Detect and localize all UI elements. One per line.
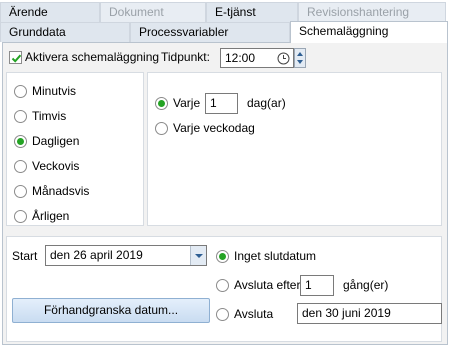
timvis-label: Timvis: [32, 109, 67, 123]
end-by-date-input[interactable]: den 30 juni 2019: [297, 303, 442, 324]
time-input[interactable]: 12:00: [220, 48, 294, 68]
tab-dokument[interactable]: Dokument: [100, 2, 206, 22]
start-date-value: den 26 april 2019: [50, 248, 143, 262]
start-date-picker[interactable]: den 26 april 2019: [45, 245, 207, 266]
radio-every-weekday[interactable]: [155, 122, 168, 135]
start-date-dropdown-button[interactable]: [190, 246, 206, 265]
chevron-down-icon: [195, 254, 203, 258]
clock-icon[interactable]: [277, 52, 290, 65]
end-after-count-input[interactable]: 1: [300, 275, 334, 296]
dagligen-label: Dagligen: [32, 134, 80, 148]
radio-end-after[interactable]: [216, 279, 229, 292]
radio-manadsvis[interactable]: [14, 185, 27, 198]
selected-dot: [219, 253, 226, 260]
manadsvis-label: Månadsvis: [32, 184, 90, 198]
every-days-input[interactable]: 1: [205, 93, 238, 114]
days-unit-label: dag(ar): [247, 96, 286, 110]
veckovis-label: Veckovis: [32, 159, 80, 173]
radio-every-n-days[interactable]: [155, 97, 168, 110]
end-after-label: Avsluta efter: [234, 278, 301, 292]
no-end-date-label: Inget slutdatum: [234, 249, 317, 263]
start-label: Start: [12, 249, 38, 263]
radio-timvis[interactable]: [14, 110, 27, 123]
time-spinner[interactable]: [294, 48, 306, 68]
radio-veckovis[interactable]: [14, 160, 27, 173]
enable-scheduling-checkbox[interactable]: [9, 51, 22, 64]
tab-revisionshantering[interactable]: Revisionshantering: [298, 2, 446, 22]
tab-e-tjanst[interactable]: E-tjänst: [206, 2, 298, 22]
enable-scheduling-label: Aktivera schemaläggning: [25, 50, 160, 64]
tab-grunddata[interactable]: Grunddata: [0, 22, 130, 42]
radio-no-end-date[interactable]: [216, 250, 229, 263]
tab-schemalaggning[interactable]: Schemaläggning: [290, 21, 448, 43]
time-label: Tidpunkt:: [161, 50, 210, 64]
tab-processvariabler[interactable]: Processvariabler: [130, 22, 290, 42]
occurrences-label: gång(er): [343, 278, 389, 292]
end-by-label: Avsluta: [234, 307, 274, 321]
checkmark-icon: [11, 54, 22, 63]
radio-arligen[interactable]: [14, 210, 27, 223]
minutvis-label: Minutvis: [32, 84, 77, 98]
radio-minutvis[interactable]: [14, 85, 27, 98]
radio-end-by[interactable]: [216, 308, 229, 321]
tab-arende[interactable]: Ärende: [0, 2, 100, 22]
every-weekday-label: Varje veckodag: [173, 121, 255, 135]
radio-dagligen[interactable]: [14, 135, 27, 148]
selected-dot: [17, 138, 24, 145]
selected-dot: [158, 100, 165, 107]
arligen-label: Årligen: [32, 209, 70, 223]
every-label: Varje: [173, 96, 201, 110]
preview-dates-button[interactable]: Förhandgranska datum...: [12, 298, 210, 323]
time-value: 12:00: [225, 51, 256, 65]
spinner-arrows-icon: [297, 52, 303, 64]
